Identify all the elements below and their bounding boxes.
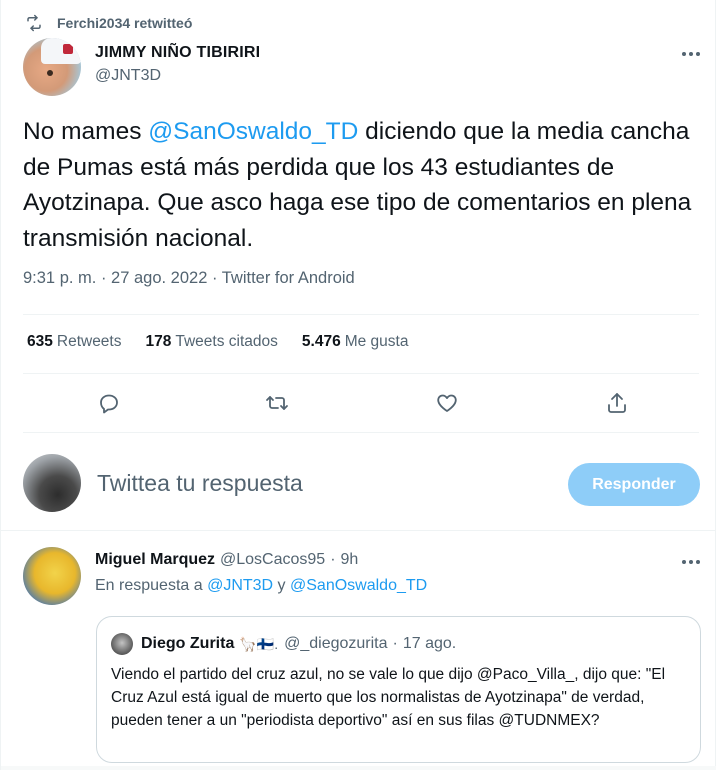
reply-header: Miguel Marquez @LosCacos95 · 9h xyxy=(95,551,358,569)
quoted-author-name: Diego Zurita xyxy=(141,635,235,652)
tweet-stats: 635 Retweets 178 Tweets citados 5.476 Me gu… xyxy=(27,333,432,351)
author-handle[interactable]: @JNT3D xyxy=(95,67,260,85)
quoted-author-handle: @_diegozurita xyxy=(284,635,388,652)
retweets-stat[interactable]: 635 Retweets xyxy=(27,333,122,351)
separator-dot: · xyxy=(392,635,398,652)
avatar-cap xyxy=(41,38,81,64)
quoted-author-avatar xyxy=(111,633,133,655)
quoted-tweet-text: Viendo el partido del cruz azul, no se v… xyxy=(111,666,666,729)
action-bar xyxy=(1,389,716,417)
tweet-mention-link[interactable]: @SanOswaldo_TD xyxy=(148,118,358,145)
reply-compose-input[interactable]: Twittea tu respuesta xyxy=(97,470,303,497)
quotes-stat[interactable]: 178 Tweets citados xyxy=(146,333,278,351)
divider xyxy=(23,373,699,374)
quoted-author-emoji: 🦙🇫🇮. xyxy=(239,635,279,652)
divider xyxy=(1,530,716,531)
reply-button[interactable] xyxy=(95,389,123,417)
quotes-count: 178 xyxy=(145,333,172,350)
share-button[interactable] xyxy=(603,389,631,417)
share-icon xyxy=(608,393,626,413)
like-button[interactable] xyxy=(433,389,461,417)
divider xyxy=(23,314,699,315)
retweet-button[interactable] xyxy=(263,389,291,417)
avatar-eye xyxy=(47,70,53,76)
author-block[interactable]: JIMMY NIÑO TIBIRIRI @JNT3D xyxy=(95,44,260,85)
reply-icon xyxy=(100,394,118,414)
retweet-icon xyxy=(266,396,288,410)
retweets-label: Retweets xyxy=(56,333,122,350)
retweet-icon xyxy=(27,14,41,32)
quoted-tweet-card[interactable]: Diego Zurita 🦙🇫🇮. @_diegozurita · 17 ago… xyxy=(96,616,701,763)
in-reply-to: En respuesta a @JNT3D y @SanOswaldo_TD xyxy=(95,577,427,595)
quoted-tweet-header: Diego Zurita 🦙🇫🇮. @_diegozurita · 17 ago… xyxy=(111,633,456,655)
responder-button[interactable]: Responder xyxy=(568,463,700,506)
retweet-context[interactable]: Ferchi2034 retwitteó xyxy=(25,12,192,34)
more-options-icon[interactable] xyxy=(679,44,703,64)
tweet-text-start: No mames xyxy=(23,118,149,145)
reply-timestamp[interactable]: 9h xyxy=(341,551,359,569)
reply-author-avatar[interactable] xyxy=(23,547,81,605)
quoted-timestamp: 17 ago. xyxy=(402,635,457,652)
reply-author-name[interactable]: Miguel Marquez xyxy=(95,551,215,569)
tweet-meta[interactable]: 9:31 p. m. · 27 ago. 2022 · Twitter for … xyxy=(23,269,355,288)
tweet-text: No mames @SanOswaldo_TD diciendo que la … xyxy=(23,114,703,256)
quotes-label: Tweets citados xyxy=(175,333,278,350)
like-icon xyxy=(437,394,457,412)
in-reply-prefix: En respuesta a xyxy=(95,577,208,594)
likes-stat[interactable]: 5.476 Me gusta xyxy=(302,333,409,351)
retweets-count: 635 xyxy=(27,333,53,350)
bottom-strip xyxy=(1,766,716,770)
user-avatar[interactable] xyxy=(23,454,81,512)
likes-count: 5.476 xyxy=(301,333,341,350)
timeline-frame: Ferchi2034 retwitteó JIMMY NIÑO TIBIRIRI… xyxy=(0,0,716,770)
author-name[interactable]: JIMMY NIÑO TIBIRIRI xyxy=(95,44,260,62)
likes-label: Me gusta xyxy=(344,333,409,350)
reply-author-handle[interactable]: @LosCacos95 xyxy=(220,551,325,569)
in-reply-user-link[interactable]: @SanOswaldo_TD xyxy=(290,577,427,594)
retweet-label: Ferchi2034 retwitteó xyxy=(57,15,193,31)
in-reply-user-link[interactable]: @JNT3D xyxy=(207,577,273,594)
in-reply-conj: y xyxy=(273,577,290,594)
separator-dot: · xyxy=(330,551,336,568)
divider xyxy=(23,432,699,433)
reply-more-options-icon[interactable] xyxy=(679,552,703,572)
author-avatar[interactable] xyxy=(23,38,81,96)
